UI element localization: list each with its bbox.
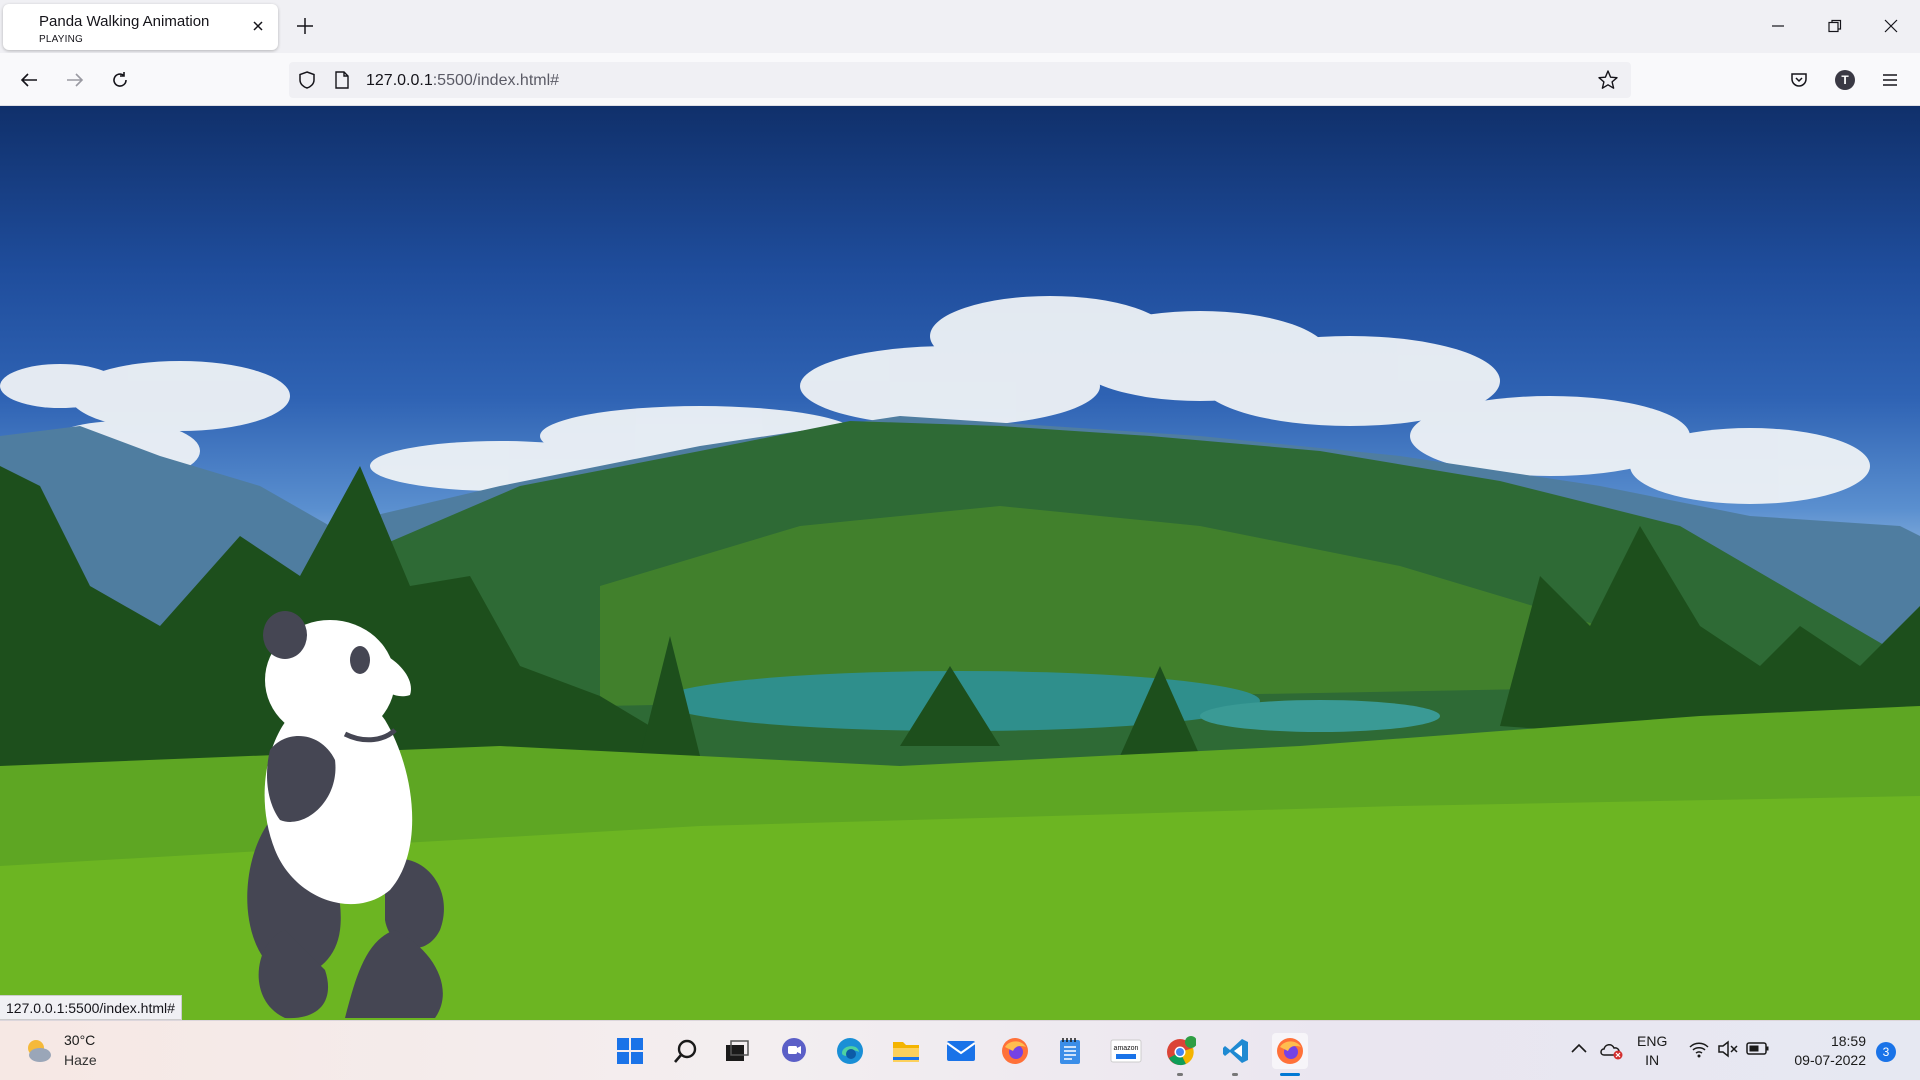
language-code: ENG: [1637, 1033, 1668, 1049]
forward-icon[interactable]: [62, 67, 88, 93]
active-tab[interactable]: Panda Walking Animation PLAYING: [3, 4, 278, 50]
firefox-icon[interactable]: [997, 1033, 1033, 1069]
tab-playing-label: PLAYING: [39, 34, 84, 45]
taskbar: 30°C Haze amazon ENG IN 18:59 09-07-2022…: [0, 1020, 1920, 1080]
restore-icon[interactable]: [1822, 13, 1848, 39]
running-indicator: [1177, 1073, 1183, 1076]
avatar-initial: T: [1835, 70, 1855, 90]
back-icon[interactable]: [16, 67, 42, 93]
input-language[interactable]: ENG IN: [1637, 1032, 1667, 1070]
chat-icon[interactable]: [776, 1033, 812, 1069]
clock-time: 18:59: [1830, 1033, 1866, 1049]
pocket-icon[interactable]: [1786, 67, 1812, 93]
close-tab-icon[interactable]: [250, 18, 266, 34]
panda-character: [247, 611, 444, 1019]
account-avatar[interactable]: T: [1832, 67, 1858, 93]
notepad-icon[interactable]: [1052, 1033, 1088, 1069]
wifi-icon[interactable]: [1688, 1039, 1710, 1064]
navigation-toolbar: 127.0.0.1:5500/index.html# T: [0, 53, 1920, 106]
tab-strip: Panda Walking Animation PLAYING: [0, 0, 1920, 53]
url-host: 127.0.0.1: [366, 72, 433, 89]
url-text[interactable]: 127.0.0.1:5500/index.html#: [366, 72, 559, 90]
weather-description[interactable]: Haze: [64, 1052, 97, 1068]
weather-icon[interactable]: [22, 1035, 54, 1072]
clock[interactable]: 18:59 09-07-2022: [1786, 1032, 1866, 1070]
firefox-active-icon[interactable]: [1272, 1033, 1308, 1069]
amazon-icon[interactable]: amazon: [1108, 1033, 1144, 1069]
edge-icon[interactable]: [832, 1033, 868, 1069]
status-link-preview: 127.0.0.1:5500/index.html#: [0, 995, 182, 1020]
new-tab-icon[interactable]: [294, 15, 316, 37]
url-path: :5500/index.html#: [432, 72, 560, 89]
address-bar[interactable]: 127.0.0.1:5500/index.html#: [289, 62, 1631, 98]
onedrive-icon[interactable]: [1598, 1039, 1624, 1066]
clock-date: 09-07-2022: [1794, 1052, 1866, 1068]
close-window-icon[interactable]: [1878, 13, 1904, 39]
task-view-icon[interactable]: [719, 1033, 755, 1069]
page-viewport: [0, 106, 1920, 1020]
page-info-icon[interactable]: [333, 70, 351, 95]
battery-icon[interactable]: [1746, 1041, 1770, 1062]
shield-icon[interactable]: [297, 70, 317, 95]
svg-text:amazon: amazon: [1114, 1045, 1139, 1052]
minimize-icon[interactable]: [1765, 13, 1791, 39]
search-icon[interactable]: [668, 1033, 704, 1069]
volume-muted-icon[interactable]: [1717, 1039, 1739, 1064]
region-code: IN: [1645, 1052, 1660, 1068]
start-icon[interactable]: [612, 1033, 648, 1069]
running-indicator: [1232, 1073, 1238, 1076]
show-hidden-icons-icon[interactable]: [1570, 1041, 1588, 1060]
menu-icon[interactable]: [1877, 67, 1903, 93]
bookmark-star-icon[interactable]: [1597, 69, 1619, 96]
tab-title: Panda Walking Animation: [39, 13, 210, 30]
mail-icon[interactable]: [943, 1033, 979, 1069]
active-app-indicator: [1280, 1073, 1300, 1076]
weather-temperature[interactable]: 30°C: [64, 1032, 95, 1048]
vscode-icon[interactable]: [1218, 1033, 1254, 1069]
reload-icon[interactable]: [107, 67, 133, 93]
notification-badge[interactable]: 3: [1876, 1042, 1896, 1062]
file-explorer-icon[interactable]: [888, 1033, 924, 1069]
chrome-icon[interactable]: [1163, 1033, 1199, 1069]
